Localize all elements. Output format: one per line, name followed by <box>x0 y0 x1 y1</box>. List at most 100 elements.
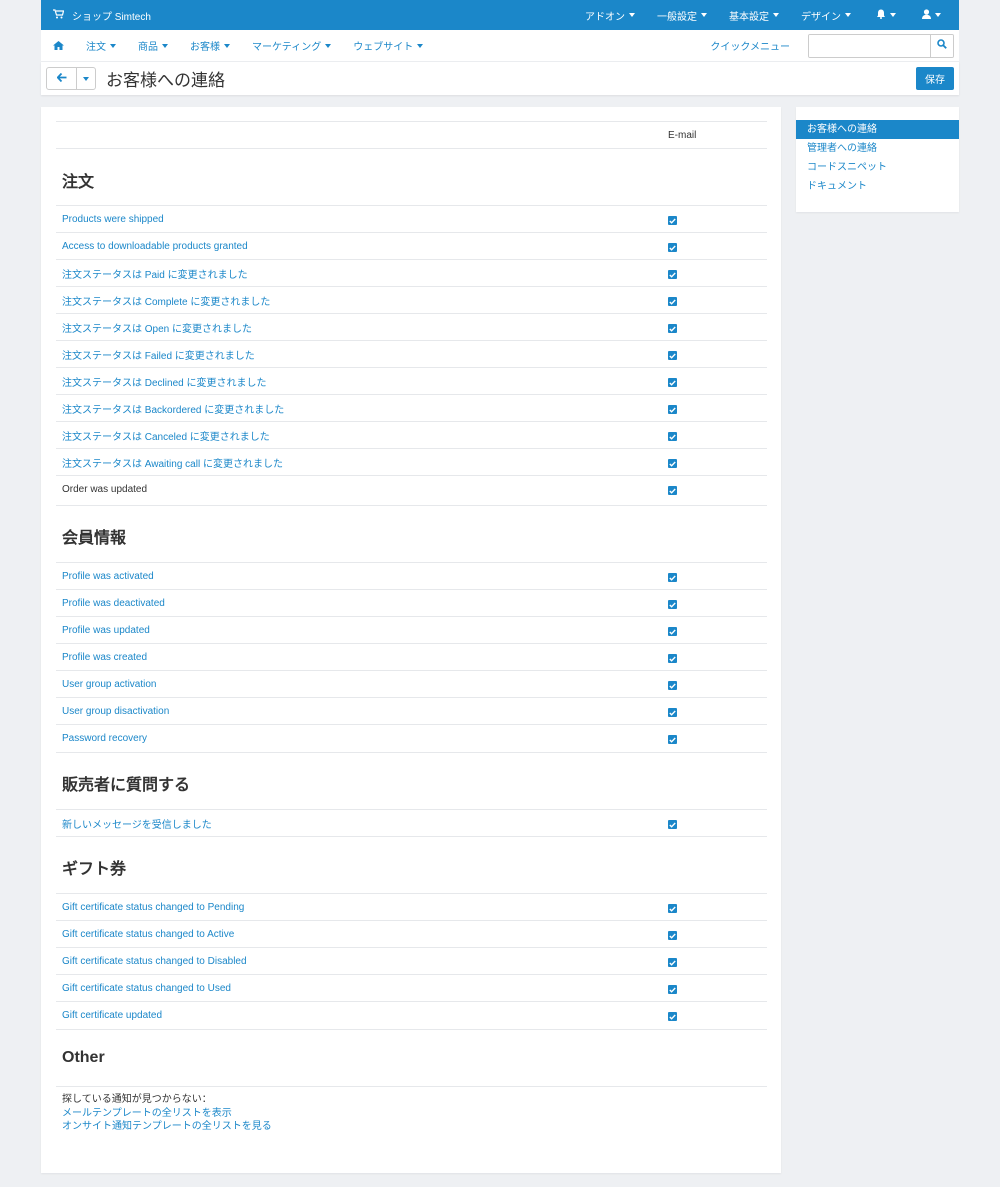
table-row: Order was updated <box>56 475 767 502</box>
page-header: お客様への連絡 保存 <box>41 62 959 95</box>
sidebar-item-admin-notifications[interactable]: 管理者への連絡 <box>796 139 959 158</box>
email-checkbox[interactable] <box>668 1012 677 1021</box>
notification-link[interactable]: 注文ステータスは Failed に変更されました <box>62 347 255 362</box>
notification-link[interactable]: Products were shipped <box>62 214 164 225</box>
store-name: ショップ Simtech <box>72 11 151 23</box>
back-button[interactable] <box>47 68 77 89</box>
email-checkbox[interactable] <box>668 324 677 333</box>
table-row: 注文ステータスは Awaiting call に変更されました <box>56 448 767 475</box>
email-checkbox[interactable] <box>668 351 677 360</box>
search-button[interactable] <box>930 34 953 57</box>
notification-link[interactable]: Profile was updated <box>62 625 150 636</box>
table-row: User group disactivation <box>56 697 767 724</box>
notifications-menu[interactable] <box>862 0 910 30</box>
nav-orders[interactable]: 注文 <box>75 38 127 53</box>
nav-marketing[interactable]: マーケティング <box>241 38 342 53</box>
notification-link[interactable]: User group activation <box>62 679 157 690</box>
notification-link[interactable]: 注文ステータスは Backordered に変更されました <box>62 401 284 416</box>
notification-link[interactable]: 注文ステータスは Canceled に変更されました <box>62 428 270 443</box>
notification-label: Order was updated <box>62 483 148 495</box>
email-checkbox[interactable] <box>668 681 677 690</box>
table-row: 注文ステータスは Complete に変更されました <box>56 286 767 313</box>
menu-addons[interactable]: アドオン <box>574 0 646 30</box>
nav-products[interactable]: 商品 <box>127 38 179 53</box>
email-checkbox[interactable] <box>668 459 677 468</box>
sidebar-item-documents[interactable]: ドキュメント <box>796 177 959 196</box>
top-bar: ショップ Simtech アドオン 一般設定 基本設定 デザイン <box>41 0 959 30</box>
email-templates-link[interactable]: メールテンプレートの全リストを表示 <box>62 1107 272 1121</box>
notification-link[interactable]: 注文ステータスは Awaiting call に変更されました <box>62 455 283 470</box>
notification-link[interactable]: 注文ステータスは Complete に変更されました <box>62 293 270 308</box>
email-checkbox[interactable] <box>668 627 677 636</box>
email-checkbox[interactable] <box>668 486 677 495</box>
email-checkbox[interactable] <box>668 297 677 306</box>
section-title-gift: ギフト券 <box>62 861 127 878</box>
notification-link[interactable]: Profile was created <box>62 652 147 663</box>
table-row: Products were shipped <box>56 205 767 232</box>
email-checkbox[interactable] <box>668 378 677 387</box>
menu-basic-settings[interactable]: 基本設定 <box>718 0 790 30</box>
sidebar-item-code-snippets[interactable]: コードスニペット <box>796 158 959 177</box>
email-checkbox[interactable] <box>668 931 677 940</box>
home-icon[interactable] <box>41 41 75 50</box>
email-checkbox[interactable] <box>668 904 677 913</box>
other-intro: 探している通知が見つからない： <box>62 1094 212 1105</box>
table-header: E-mail <box>56 121 767 149</box>
notification-link[interactable]: Profile was activated <box>62 571 154 582</box>
notification-link[interactable]: Profile was deactivated <box>62 598 165 609</box>
table-row: User group activation <box>56 670 767 697</box>
user-menu[interactable] <box>910 0 959 30</box>
back-dropdown-toggle[interactable] <box>77 68 95 89</box>
email-checkbox[interactable] <box>668 243 677 252</box>
section-title-vendor: 販売者に質問する <box>62 777 191 794</box>
sidebar: お客様への連絡 管理者への連絡 コードスニペット ドキュメント <box>796 107 959 212</box>
table-row: Gift certificate status changed to Used <box>56 974 767 1001</box>
table-row: Profile was created <box>56 643 767 670</box>
email-checkbox[interactable] <box>668 654 677 663</box>
email-checkbox[interactable] <box>668 600 677 609</box>
bell-icon <box>876 9 886 22</box>
notification-link[interactable]: 注文ステータスは Open に変更されました <box>62 320 252 335</box>
email-checkbox[interactable] <box>668 573 677 582</box>
section-title-orders: 注文 <box>62 174 95 191</box>
notification-link[interactable]: Gift certificate status changed to Pendi… <box>62 902 244 913</box>
section-title-other: Other <box>62 1049 105 1066</box>
search-box <box>808 33 954 58</box>
table-row: Password recovery <box>56 724 767 751</box>
quick-menu-link[interactable]: クイックメニュー <box>710 38 790 53</box>
menu-general-settings[interactable]: 一般設定 <box>646 0 718 30</box>
notification-link[interactable]: 注文ステータスは Declined に変更されました <box>62 374 266 389</box>
notification-link[interactable]: 新しいメッセージを受信しました <box>62 816 212 831</box>
email-checkbox[interactable] <box>668 270 677 279</box>
nav-website[interactable]: ウェブサイト <box>342 38 434 53</box>
arrow-left-icon <box>56 72 67 85</box>
table-row: Gift certificate status changed to Disab… <box>56 947 767 974</box>
email-checkbox[interactable] <box>668 432 677 441</box>
notification-link[interactable]: Gift certificate status changed to Disab… <box>62 956 247 967</box>
notification-link[interactable]: Gift certificate status changed to Activ… <box>62 929 234 940</box>
email-checkbox[interactable] <box>668 708 677 717</box>
notification-link[interactable]: User group disactivation <box>62 706 169 717</box>
store-brand[interactable]: ショップ Simtech <box>53 8 151 23</box>
notification-link[interactable]: Access to downloadable products granted <box>62 241 248 252</box>
email-checkbox[interactable] <box>668 405 677 414</box>
page-title: お客様への連絡 <box>106 71 225 90</box>
notification-link[interactable]: Password recovery <box>62 733 147 744</box>
table-row: Gift certificate status changed to Pendi… <box>56 893 767 920</box>
nav-customers[interactable]: お客様 <box>179 38 241 53</box>
menu-design[interactable]: デザイン <box>790 0 862 30</box>
save-button[interactable]: 保存 <box>916 67 954 90</box>
notification-link[interactable]: 注文ステータスは Paid に変更されました <box>62 266 248 281</box>
divider <box>56 1086 767 1087</box>
email-checkbox[interactable] <box>668 820 677 829</box>
onsite-templates-link[interactable]: オンサイト通知テンプレートの全リストを見る <box>62 1120 272 1134</box>
email-checkbox[interactable] <box>668 735 677 744</box>
notification-link[interactable]: Gift certificate updated <box>62 1010 162 1021</box>
email-checkbox[interactable] <box>668 985 677 994</box>
search-input[interactable] <box>809 34 930 57</box>
sidebar-item-customer-notifications[interactable]: お客様への連絡 <box>796 120 959 139</box>
email-checkbox[interactable] <box>668 216 677 225</box>
secondary-nav: 注文 商品 お客様 マーケティング ウェブサイト クイックメニュー <box>41 30 959 62</box>
email-checkbox[interactable] <box>668 958 677 967</box>
notification-link[interactable]: Gift certificate status changed to Used <box>62 983 231 994</box>
